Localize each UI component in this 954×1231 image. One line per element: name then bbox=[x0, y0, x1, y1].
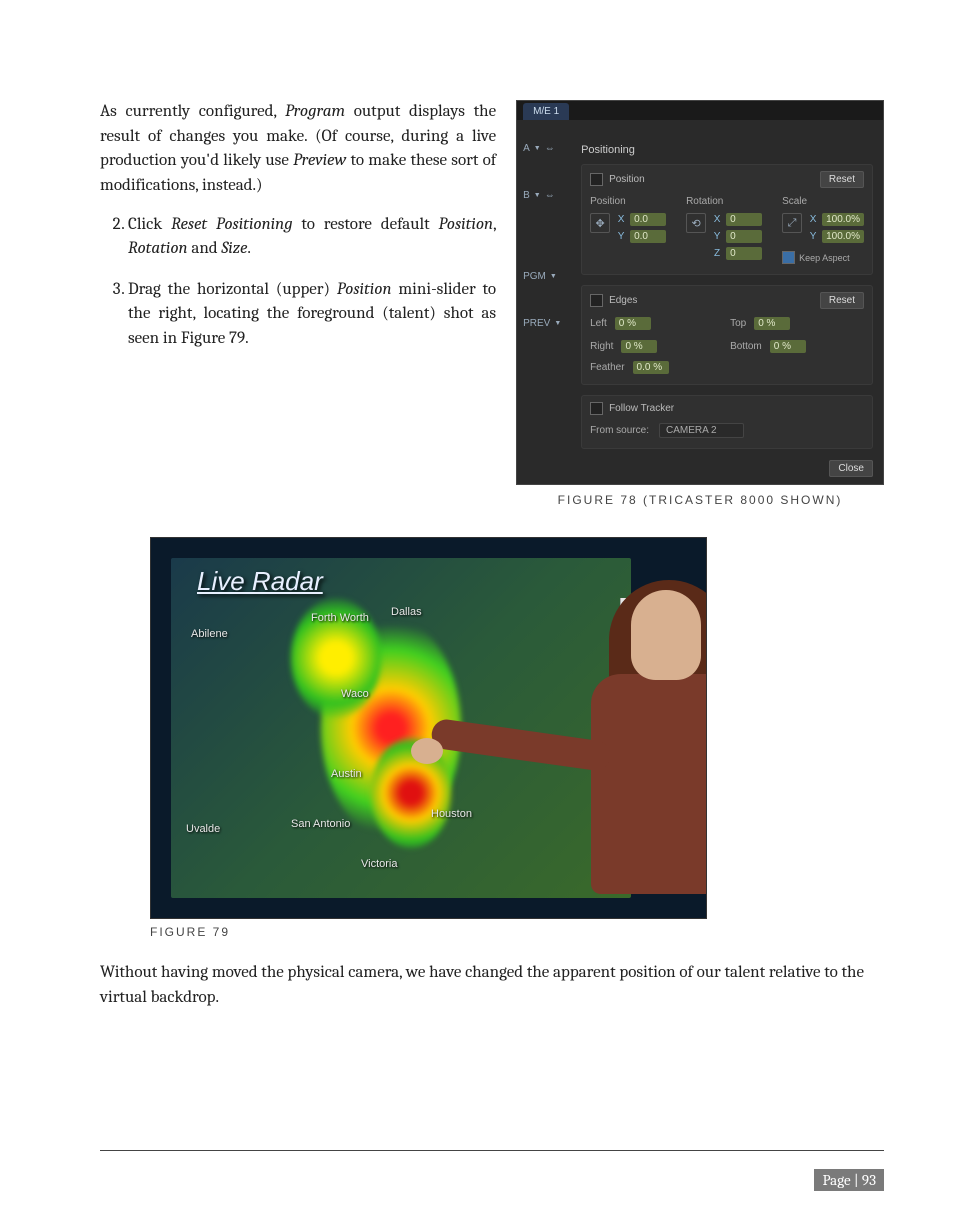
edge-bottom-input[interactable]: 0 % bbox=[770, 340, 806, 353]
chevron-down-icon: ▼ bbox=[554, 320, 561, 327]
step-3: Drag the horizontal (upper) Position min… bbox=[128, 278, 496, 352]
city-dallas: Dallas bbox=[391, 606, 422, 618]
rotation-col-label: Rotation bbox=[686, 196, 762, 207]
scale-col-label: Scale bbox=[782, 196, 864, 207]
from-source-label: From source: bbox=[590, 425, 649, 436]
position-checkbox[interactable] bbox=[590, 173, 603, 186]
positioning-panel: M/E 1 A▼ ⇔ B▼ ⇔ PGM▼ PREV▼ Positioning bbox=[516, 100, 884, 485]
para1-a: As currently configured, bbox=[100, 102, 285, 121]
chevron-down-icon: ▼ bbox=[534, 145, 541, 152]
panel-tabbar: M/E 1 bbox=[517, 101, 883, 120]
edges-checkbox[interactable] bbox=[590, 294, 603, 307]
rotation-z-input[interactable]: 0 bbox=[726, 247, 762, 260]
keep-aspect-checkbox[interactable] bbox=[782, 251, 795, 264]
chevron-down-icon: ▼ bbox=[534, 192, 541, 199]
rotation-x-input[interactable]: 0 bbox=[726, 213, 762, 226]
rotation-y-input[interactable]: 0 bbox=[726, 230, 762, 243]
figure-78-caption: FIGURE 78 (TRICASTER 8000 SHOWN) bbox=[516, 493, 884, 507]
position-x-input[interactable]: 0.0 bbox=[630, 213, 666, 226]
feather-input[interactable]: 0.0 % bbox=[633, 361, 669, 374]
edges-group: Edges Reset Left0 % Top0 % Right0 % Bott… bbox=[581, 285, 873, 385]
scale-icon[interactable]: ⤢ bbox=[782, 213, 802, 233]
tab-me1[interactable]: M/E 1 bbox=[523, 103, 569, 120]
scale-x-input[interactable]: 100.0% bbox=[822, 213, 864, 226]
position-group: Position Reset Position ✥ bbox=[581, 164, 873, 275]
source-select[interactable]: CAMERA 2 bbox=[659, 423, 744, 438]
reset-edges-button[interactable]: Reset bbox=[820, 292, 864, 309]
figure-79-caption: FIGURE 79 bbox=[150, 925, 884, 939]
position-group-label: Position bbox=[609, 174, 645, 185]
tracker-group-label: Follow Tracker bbox=[609, 403, 674, 414]
figure-79-image: Abilene Forth Worth Dallas Waco Austin H… bbox=[150, 537, 707, 919]
city-austin: Austin bbox=[331, 768, 362, 780]
side-pgm[interactable]: PGM▼ bbox=[517, 266, 573, 287]
position-col-label: Position bbox=[590, 196, 666, 207]
positioning-icon: ⇔ bbox=[545, 143, 555, 154]
city-houston: Houston bbox=[431, 808, 472, 820]
talent-figure bbox=[521, 590, 707, 919]
position-y-input[interactable]: 0.0 bbox=[630, 230, 666, 243]
instruction-text: As currently configured, Program output … bbox=[100, 100, 496, 368]
close-button[interactable]: Close bbox=[829, 460, 873, 477]
city-victoria: Victoria bbox=[361, 858, 397, 870]
move-icon[interactable]: ✥ bbox=[590, 213, 610, 233]
page-footer: Page | 93 bbox=[100, 1150, 884, 1191]
step-2: Click Reset Positioning to restore defau… bbox=[128, 213, 496, 262]
page-number: Page | 93 bbox=[814, 1169, 884, 1191]
city-sanantonio: San Antonio bbox=[291, 818, 350, 830]
city-forthworth: Forth Worth bbox=[311, 612, 369, 624]
reset-position-button[interactable]: Reset bbox=[820, 171, 864, 188]
edge-top-input[interactable]: 0 % bbox=[754, 317, 790, 330]
panel-side: A▼ ⇔ B▼ ⇔ PGM▼ PREV▼ bbox=[517, 138, 573, 484]
keep-aspect-label: Keep Aspect bbox=[799, 253, 850, 263]
para1-em2: Preview bbox=[293, 151, 346, 170]
positioning-icon: ⇔ bbox=[545, 190, 555, 201]
edges-group-label: Edges bbox=[609, 295, 637, 306]
para1-em1: Program bbox=[285, 102, 345, 121]
city-abilene: Abilene bbox=[191, 628, 228, 640]
feather-label: Feather bbox=[590, 362, 624, 373]
closing-paragraph: Without having moved the physical camera… bbox=[100, 961, 884, 1010]
edge-right-input[interactable]: 0 % bbox=[621, 340, 657, 353]
city-uvalde: Uvalde bbox=[186, 823, 220, 835]
rotate-icon[interactable]: ⟲ bbox=[686, 213, 706, 233]
side-a[interactable]: A▼ ⇔ bbox=[517, 138, 573, 159]
city-waco: Waco bbox=[341, 688, 369, 700]
tracker-checkbox[interactable] bbox=[590, 402, 603, 415]
radar-title: Live Radar bbox=[197, 566, 323, 597]
side-prev[interactable]: PREV▼ bbox=[517, 313, 573, 334]
scale-y-input[interactable]: 100.0% bbox=[822, 230, 864, 243]
chevron-down-icon: ▼ bbox=[550, 273, 557, 280]
edge-left-input[interactable]: 0 % bbox=[615, 317, 651, 330]
side-b[interactable]: B▼ ⇔ bbox=[517, 185, 573, 206]
panel-title: Positioning bbox=[581, 144, 873, 156]
tracker-group: Follow Tracker From source: CAMERA 2 bbox=[581, 395, 873, 449]
